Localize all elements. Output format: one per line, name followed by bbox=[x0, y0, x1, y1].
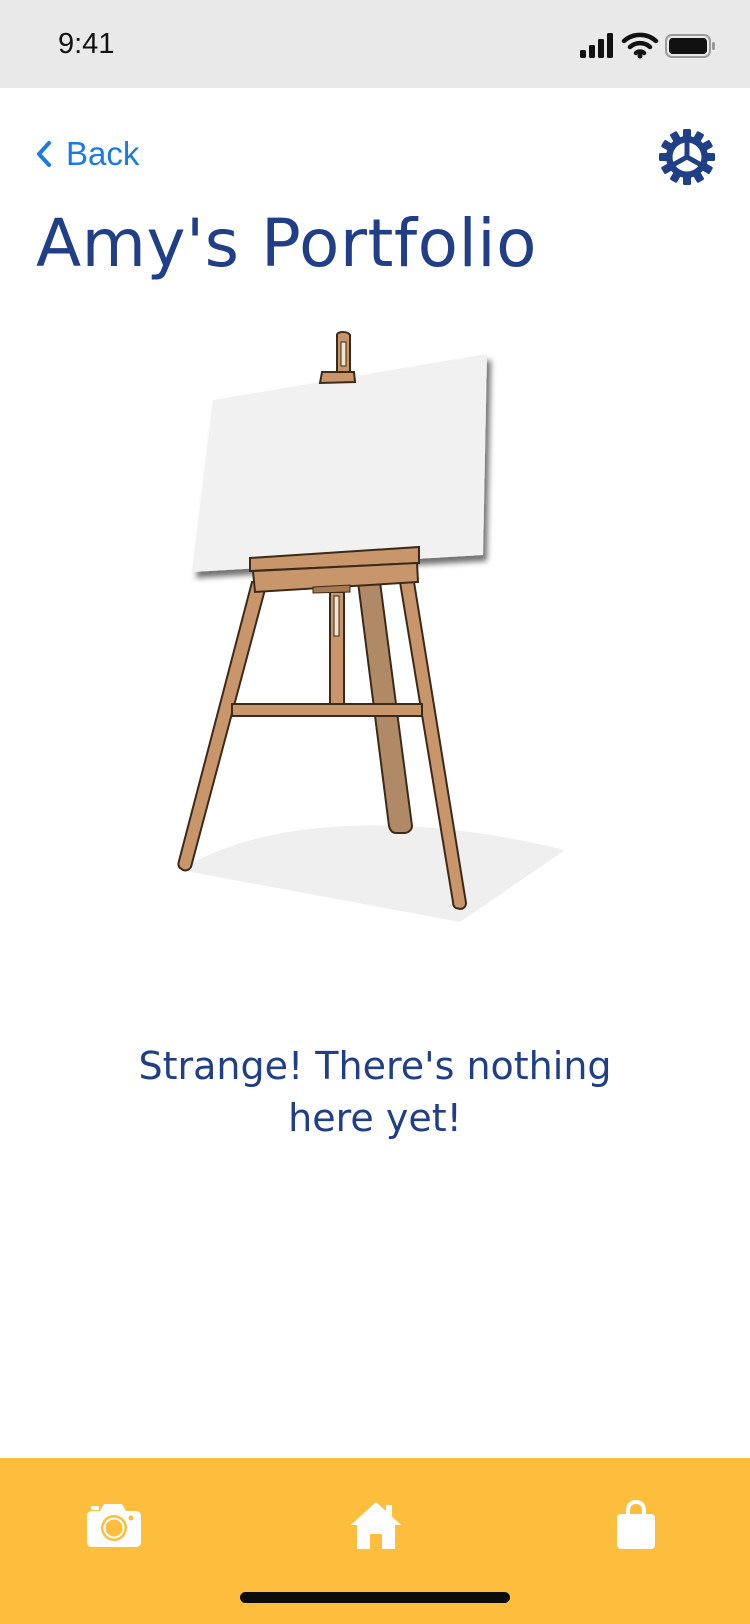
camera-icon bbox=[87, 1504, 141, 1547]
home-icon bbox=[351, 1502, 401, 1549]
shopping-bag-icon bbox=[617, 1500, 655, 1549]
page-title: Amy's Portfolio bbox=[36, 205, 538, 282]
back-label: Back bbox=[66, 135, 140, 172]
battery-icon bbox=[665, 34, 715, 58]
portfolio-screen: 9:41 Back Amy's Portfolio Strange! There… bbox=[0, 0, 750, 1624]
tab-home[interactable] bbox=[336, 1490, 416, 1560]
tab-camera[interactable] bbox=[74, 1490, 154, 1560]
gear-icon[interactable] bbox=[658, 128, 716, 186]
wifi-icon bbox=[621, 32, 659, 56]
status-icons bbox=[580, 32, 715, 59]
back-button[interactable]: Back bbox=[34, 130, 139, 178]
chevron-left-icon bbox=[37, 141, 51, 167]
home-indicator bbox=[240, 1592, 510, 1603]
empty-state-message: Strange! There's nothing here yet! bbox=[138, 1044, 612, 1140]
status-time: 9:41 bbox=[58, 28, 115, 60]
easel-illustration bbox=[177, 331, 565, 922]
status-bar: 9:41 bbox=[0, 0, 750, 88]
signal-icon bbox=[580, 33, 613, 58]
tab-bag[interactable] bbox=[596, 1490, 676, 1560]
